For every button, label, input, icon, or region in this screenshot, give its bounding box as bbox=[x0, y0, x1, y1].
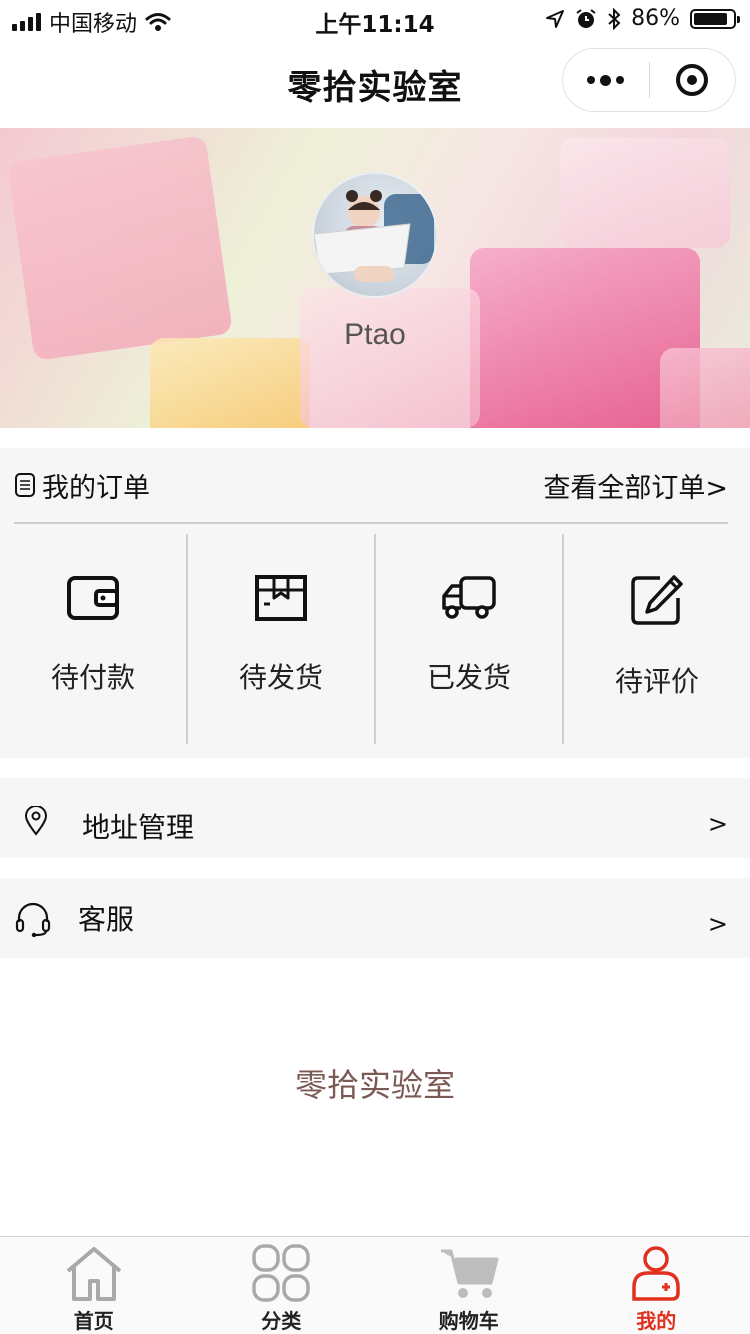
cart-icon bbox=[440, 1249, 499, 1298]
chevron-right-icon: > bbox=[707, 910, 728, 938]
address-management-row[interactable]: 地址管理 > bbox=[0, 778, 750, 858]
orders-title-group: 我的订单 bbox=[14, 466, 150, 505]
headset-icon bbox=[15, 902, 51, 938]
order-status-label: 待评价 bbox=[614, 665, 699, 698]
chevron-right-icon: > bbox=[707, 810, 728, 838]
username: Ptao bbox=[344, 318, 406, 351]
orders-card: 我的订单 查看全部订单> 待付款 待发货 已发货 待评价 bbox=[0, 448, 750, 758]
nav-bar: 零拾实验室 bbox=[0, 40, 750, 128]
package-icon bbox=[255, 575, 307, 621]
user-icon bbox=[632, 1246, 680, 1301]
more-dot bbox=[587, 76, 596, 84]
location-pin-icon bbox=[24, 806, 48, 836]
location-arrow-icon bbox=[546, 9, 565, 28]
battery-icon bbox=[690, 8, 740, 29]
tab-label: 首页 bbox=[73, 1309, 114, 1333]
tab-home[interactable]: 首页 bbox=[0, 1237, 188, 1334]
order-status-shipped[interactable]: 已发货 bbox=[374, 534, 562, 744]
banner-cube bbox=[660, 348, 750, 428]
tab-bar: 首页 分类 购物车 我的 bbox=[0, 1236, 750, 1334]
tab-cart[interactable]: 购物车 bbox=[375, 1237, 563, 1334]
battery-fill bbox=[694, 12, 727, 25]
orders-title: 我的订单 bbox=[42, 472, 150, 504]
banner-cube bbox=[560, 138, 730, 248]
status-bar: 中国移动 上午11:14 86% bbox=[0, 0, 750, 40]
truck-icon bbox=[442, 576, 496, 619]
tab-label: 分类 bbox=[261, 1309, 302, 1333]
tab-category[interactable]: 分类 bbox=[188, 1237, 376, 1334]
home-icon bbox=[66, 1247, 122, 1301]
order-status-pending-review[interactable]: 待评价 bbox=[562, 534, 750, 744]
battery-percent: 86% bbox=[631, 6, 680, 31]
status-right: 86% bbox=[545, 6, 740, 31]
close-button[interactable] bbox=[650, 49, 736, 111]
order-status-grid: 待付款 待发货 已发货 待评价 bbox=[0, 534, 750, 744]
orders-header: 我的订单 查看全部订单> bbox=[14, 448, 728, 524]
address-management-label: 地址管理 bbox=[82, 811, 195, 844]
order-status-pending-payment[interactable]: 待付款 bbox=[0, 534, 186, 744]
order-status-label: 待发货 bbox=[238, 661, 323, 694]
footer-brand: 零拾实验室 bbox=[294, 1066, 455, 1104]
tab-label: 我的 bbox=[636, 1309, 677, 1333]
wallet-icon bbox=[67, 576, 119, 620]
order-status-label: 待付款 bbox=[50, 661, 135, 694]
more-button[interactable] bbox=[563, 49, 649, 111]
more-dot bbox=[616, 76, 625, 84]
order-status-label: 已发货 bbox=[426, 661, 511, 694]
alarm-icon bbox=[576, 8, 596, 28]
profile-banner: Ptao bbox=[0, 128, 750, 428]
bluetooth-icon bbox=[608, 7, 621, 30]
close-target-icon bbox=[676, 64, 709, 96]
banner-cube bbox=[300, 288, 480, 428]
customer-service-label: 客服 bbox=[78, 903, 135, 936]
order-list-icon bbox=[15, 473, 35, 497]
mini-program-capsule bbox=[562, 48, 736, 112]
avatar[interactable] bbox=[312, 172, 438, 298]
customer-service-row[interactable]: 客服 > bbox=[0, 878, 750, 958]
tab-mine[interactable]: 我的 bbox=[563, 1237, 750, 1334]
tab-label: 购物车 bbox=[438, 1309, 499, 1333]
more-dot bbox=[600, 74, 612, 86]
grid-icon bbox=[252, 1244, 310, 1302]
view-all-orders-link[interactable]: 查看全部订单> bbox=[543, 466, 728, 505]
avatar-image bbox=[314, 190, 434, 282]
order-status-pending-shipment[interactable]: 待发货 bbox=[186, 534, 374, 744]
edit-icon bbox=[631, 575, 683, 625]
